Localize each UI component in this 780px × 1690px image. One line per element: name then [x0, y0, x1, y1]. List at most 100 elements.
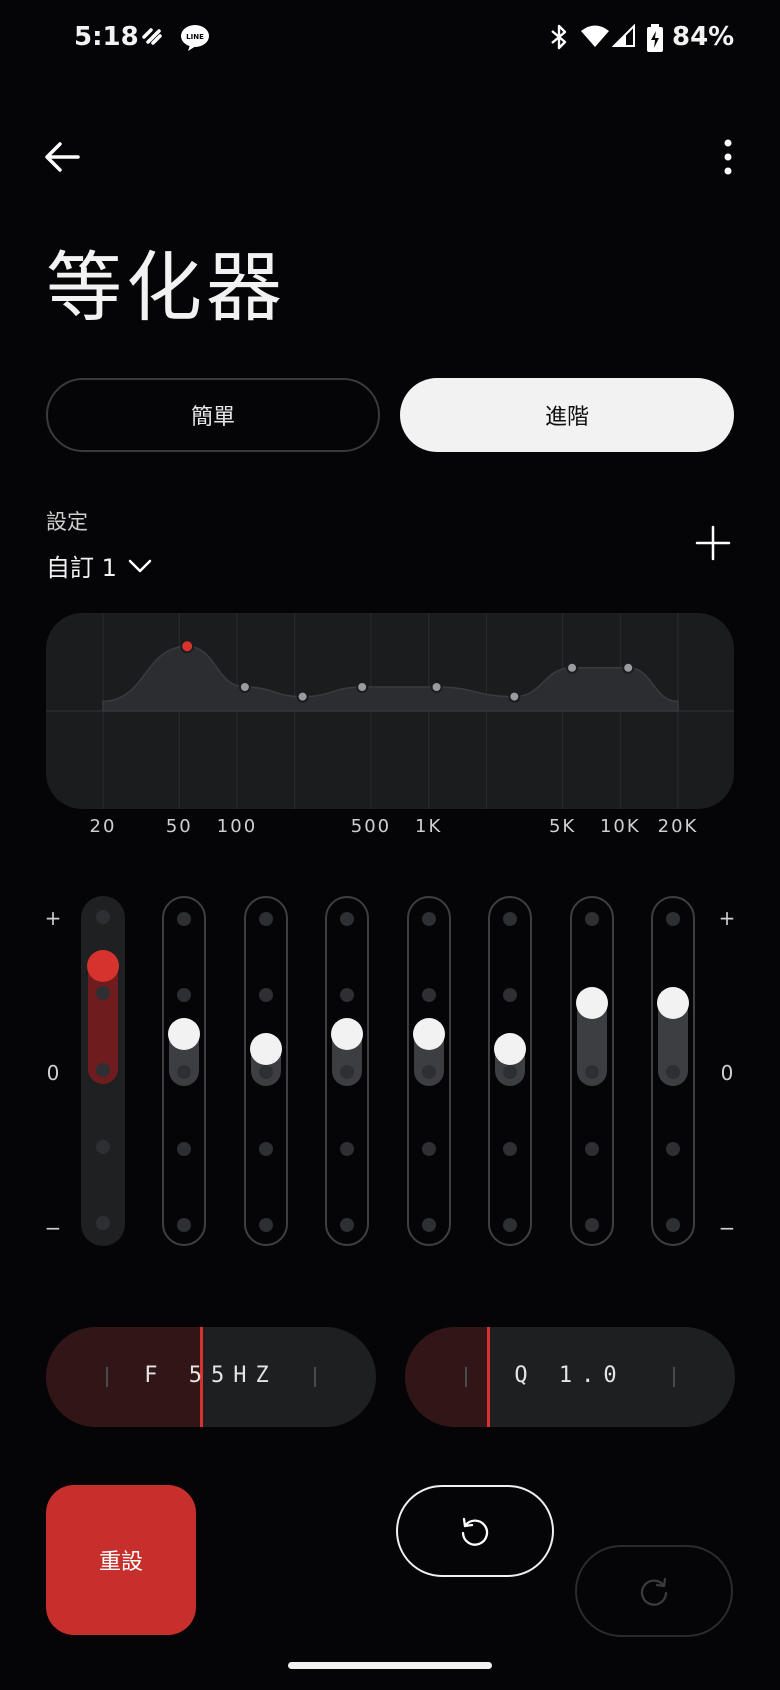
slider-tick: [503, 1142, 517, 1156]
slider-knob[interactable]: [657, 986, 689, 1019]
slider-tick: [585, 1142, 599, 1156]
eq-point[interactable]: [238, 681, 251, 693]
slider-tick: [666, 912, 680, 926]
preset-value: 自訂 1: [46, 554, 117, 582]
slider-tick: [422, 1065, 436, 1079]
page-title: 等化器: [46, 243, 286, 332]
scale-minus-left: −: [44, 1216, 62, 1240]
slider-knob[interactable]: [250, 1032, 282, 1065]
eq-point[interactable]: [566, 661, 579, 674]
status-time: 5:18: [74, 22, 139, 52]
eq-band-slider-7[interactable]: [570, 896, 614, 1246]
slider-knob[interactable]: [331, 1017, 363, 1050]
slider-tick: [96, 910, 110, 924]
slider-knob[interactable]: [87, 950, 119, 983]
scale-zero-left: 0: [46, 1061, 60, 1085]
slider-tick: [340, 988, 354, 1002]
slider-tick: [259, 1218, 273, 1232]
eq-curve-area: [102, 645, 679, 712]
plus-icon: [695, 525, 731, 561]
eq-band-slider-1[interactable]: [81, 896, 125, 1246]
freq-tick-label: 5K: [548, 816, 577, 837]
back-button[interactable]: [38, 132, 88, 182]
freq-tick-label: 20K: [657, 816, 699, 837]
slider-tick: [585, 1218, 599, 1232]
slider-tick: [422, 912, 436, 926]
eq-point[interactable]: [296, 690, 309, 703]
slider-knob[interactable]: [168, 1017, 200, 1050]
chevron-down-icon: [128, 559, 152, 572]
bluetooth-icon: [551, 24, 567, 50]
eq-point-selected[interactable]: [180, 639, 195, 654]
eq-point[interactable]: [430, 681, 443, 693]
slider-tick: [340, 1142, 354, 1156]
slider-tick: [503, 1065, 517, 1079]
slider-tick: [177, 1142, 191, 1156]
frequency-value: F 55HZ: [144, 1363, 278, 1388]
slider-tick: [422, 988, 436, 1002]
slider-tick: [585, 912, 599, 926]
eq-point[interactable]: [356, 681, 369, 693]
scale-plus-right: +: [718, 906, 736, 930]
redo-icon: [640, 1577, 668, 1606]
slider-knob[interactable]: [413, 1017, 445, 1050]
eq-band-slider-2[interactable]: [162, 896, 206, 1246]
slider-tick: [96, 1216, 110, 1230]
slider-tick: [503, 1218, 517, 1232]
cell-signal-icon: [612, 24, 635, 47]
redo-button[interactable]: [575, 1545, 733, 1637]
preset-dropdown[interactable]: 自訂 1: [46, 548, 153, 583]
battery-percentage: 84%: [672, 22, 735, 52]
add-preset-button[interactable]: [694, 524, 732, 562]
slider-tick: [259, 1065, 273, 1079]
line-app-icon: LINE: [181, 25, 209, 51]
slider-tick: [96, 986, 110, 1000]
slider-knob[interactable]: [494, 1032, 526, 1065]
q-factor-dial[interactable]: Q 1.0: [405, 1327, 735, 1427]
reset-button[interactable]: 重設: [46, 1485, 196, 1635]
slider-tick: [177, 912, 191, 926]
slider-tick: [340, 1218, 354, 1232]
slider-tick: [96, 1140, 110, 1154]
slider-tick: [422, 1218, 436, 1232]
slider-tick: [585, 1065, 599, 1079]
freq-tick-label: 100: [216, 816, 258, 837]
slider-tick: [177, 1065, 191, 1079]
eq-band-slider-5[interactable]: [407, 896, 451, 1246]
eq-band-slider-4[interactable]: [325, 896, 369, 1246]
frequency-dial[interactable]: F 55HZ: [46, 1327, 376, 1427]
q-value: Q 1.0: [514, 1363, 626, 1388]
undo-button[interactable]: [396, 1485, 554, 1577]
freq-tick-label: 50: [165, 816, 193, 837]
freq-tick-label: 500: [350, 816, 392, 837]
more-options-button[interactable]: [712, 136, 744, 180]
scale-plus-left: +: [44, 906, 62, 930]
slider-knob[interactable]: [576, 986, 608, 1019]
slider-tick: [422, 1142, 436, 1156]
slider-tick: [340, 912, 354, 926]
eq-curve-svg: [46, 613, 734, 809]
eq-band-slider-3[interactable]: [244, 896, 288, 1246]
app-notification-icon: [142, 28, 162, 45]
eq-band-slider-8[interactable]: [651, 896, 695, 1246]
svg-text:LINE: LINE: [186, 33, 204, 41]
slider-tick: [340, 1065, 354, 1079]
more-vert-icon: [724, 139, 732, 175]
mode-simple-button[interactable]: 簡單: [46, 378, 380, 452]
settings-label: 設定: [46, 510, 88, 534]
slider-tick: [503, 912, 517, 926]
eq-band-slider-6[interactable]: [488, 896, 532, 1246]
mode-advanced-button[interactable]: 進階: [400, 378, 734, 452]
wifi-icon: [581, 25, 609, 47]
slider-tick: [666, 1218, 680, 1232]
slider-tick: [259, 988, 273, 1002]
freq-tick-label: 1K: [414, 816, 443, 837]
slider-tick: [503, 988, 517, 1002]
undo-icon: [461, 1517, 489, 1546]
arrow-back-icon: [45, 142, 80, 172]
eq-point[interactable]: [622, 661, 635, 674]
eq-point[interactable]: [508, 690, 521, 703]
freq-tick-label: 20: [89, 816, 117, 837]
slider-tick: [177, 1218, 191, 1232]
scale-zero-right: 0: [720, 1061, 734, 1085]
